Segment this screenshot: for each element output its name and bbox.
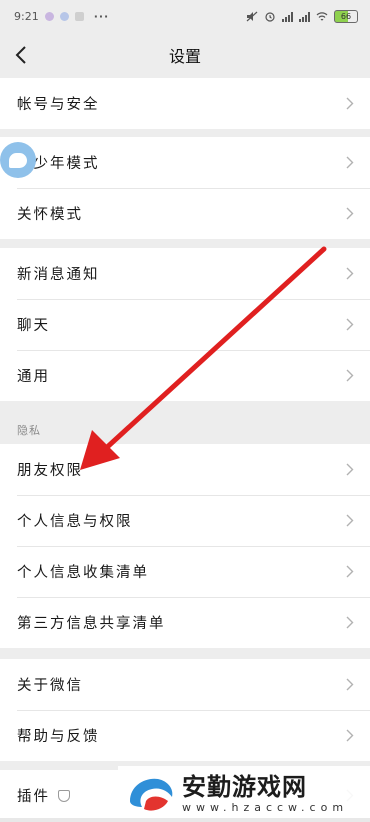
notification-icon [44, 11, 54, 21]
signal-icon [299, 11, 310, 22]
general-group: 新消息通知 聊天 通用 [0, 248, 370, 401]
row-new-message-notifications[interactable]: 新消息通知 [0, 248, 370, 299]
row-teen-mode[interactable]: 青少年模式 [0, 137, 370, 188]
chevron-right-icon [346, 514, 354, 527]
chat-bubble-icon [9, 152, 27, 168]
notification-icon [59, 11, 69, 21]
signal-icon [282, 11, 293, 22]
row-label: 帮助与反馈 [17, 729, 100, 745]
row-care-mode[interactable]: 关怀模式 [0, 188, 370, 239]
row-label: 第三方信息共享清单 [17, 616, 166, 632]
row-label: 个人信息收集清单 [17, 565, 149, 581]
battery-icon: 66 [334, 9, 358, 23]
chevron-right-icon [346, 207, 354, 220]
watermark-logo [130, 778, 173, 811]
chevron-right-icon [346, 267, 354, 280]
nav-bar: 设置 [0, 32, 370, 78]
row-label: 关怀模式 [17, 207, 83, 223]
row-label: 帐号与安全 [17, 97, 100, 113]
row-label: 关于微信 [17, 678, 83, 694]
status-icons: 66 [246, 9, 358, 23]
row-chat[interactable]: 聊天 [0, 299, 370, 350]
watermark-title: 安勤游戏网 [182, 773, 307, 801]
mute-icon [246, 11, 258, 21]
notification-icon [74, 11, 84, 21]
chevron-right-icon [346, 97, 354, 110]
watermark: 安勤游戏网 www.hzaccw.com [118, 766, 370, 822]
row-account-security[interactable]: 帐号与安全 [0, 78, 370, 129]
chevron-right-icon [346, 369, 354, 382]
watermark-url: www.hzaccw.com [182, 801, 349, 814]
row-label: 个人信息与权限 [17, 514, 133, 530]
row-personal-info-permissions[interactable]: 个人信息与权限 [0, 495, 370, 546]
floating-assistant-icon[interactable] [0, 142, 36, 178]
chevron-right-icon [346, 616, 354, 629]
wifi-icon [316, 11, 328, 21]
row-general[interactable]: 通用 [0, 350, 370, 401]
row-third-party-sharing-list[interactable]: 第三方信息共享清单 [0, 597, 370, 648]
row-label: 插件 [17, 789, 50, 805]
chevron-right-icon [346, 729, 354, 742]
row-label: 聊天 [17, 318, 50, 334]
chevron-right-icon [346, 318, 354, 331]
row-label: 新消息通知 [17, 267, 100, 283]
row-about-wechat[interactable]: 关于微信 [0, 659, 370, 710]
account-group: 帐号与安全 [0, 78, 370, 129]
alarm-icon [265, 11, 275, 22]
page-title: 设置 [168, 47, 201, 66]
row-label: 朋友权限 [17, 463, 83, 479]
row-label: 通用 [17, 369, 50, 385]
more-notifications-icon: ··· [93, 9, 110, 23]
section-label-privacy: 隐私 [17, 424, 41, 437]
modes-group: 青少年模式 关怀模式 [0, 137, 370, 239]
privacy-group: 朋友权限 个人信息与权限 个人信息收集清单 第三方信息共享清单 [0, 444, 370, 648]
about-group: 关于微信 帮助与反馈 [0, 659, 370, 761]
chevron-right-icon [346, 678, 354, 691]
row-friend-permissions[interactable]: 朋友权限 [0, 444, 370, 495]
row-personal-info-collection-list[interactable]: 个人信息收集清单 [0, 546, 370, 597]
chevron-right-icon [346, 156, 354, 169]
chevron-right-icon [346, 463, 354, 476]
gesture-bar [0, 818, 370, 822]
status-bar: 9:21 ··· 66 [0, 0, 370, 32]
row-help-feedback[interactable]: 帮助与反馈 [0, 710, 370, 761]
status-time: 9:21 [14, 9, 39, 23]
back-arrow-icon[interactable] [12, 44, 32, 66]
chevron-right-icon [346, 565, 354, 578]
shield-icon [58, 789, 70, 802]
